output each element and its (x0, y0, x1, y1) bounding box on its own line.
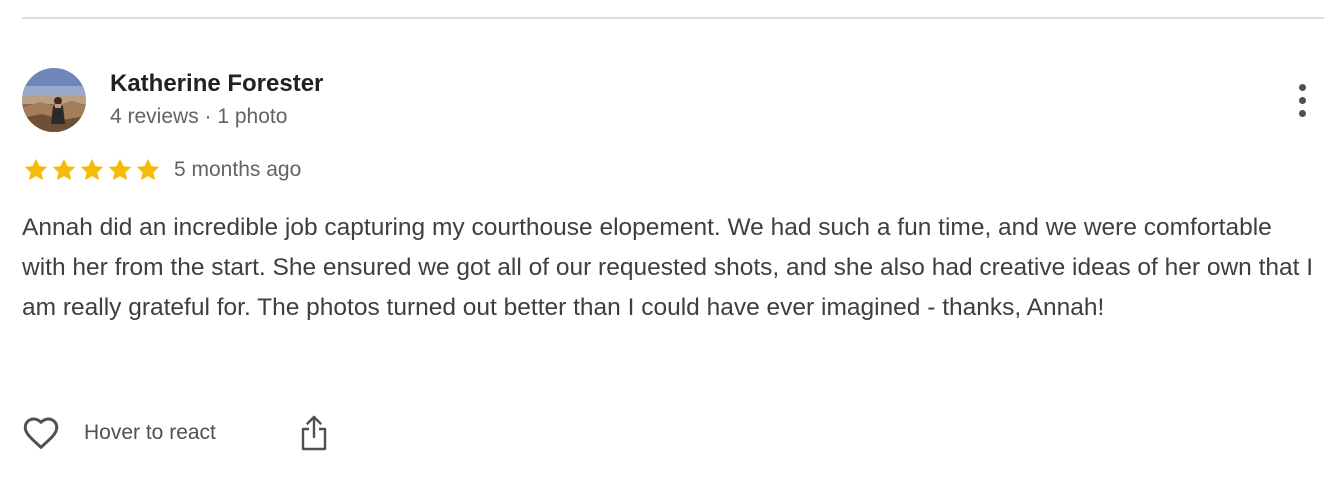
review-time: 5 months ago (174, 158, 302, 181)
star-icon (108, 158, 132, 181)
star-icon (136, 158, 160, 181)
react-button[interactable]: Hover to react (20, 412, 216, 454)
review-card: Katherine Forester 4 reviews · 1 photo 5… (0, 0, 1324, 486)
review-text: Annah did an incredible job capturing my… (22, 214, 1314, 321)
heart-outline-icon (23, 417, 59, 449)
star-icon (80, 158, 104, 181)
more-vert-icon (1298, 83, 1306, 117)
more-options-button[interactable] (1284, 80, 1320, 120)
avatar[interactable] (22, 68, 86, 132)
share-icon (301, 415, 327, 451)
star-rating (22, 156, 162, 184)
share-button[interactable] (296, 412, 332, 454)
star-icon (24, 158, 48, 181)
star-icon (52, 158, 76, 181)
avatar-photo (22, 68, 86, 132)
react-label: Hover to react (84, 421, 216, 444)
author-meta: 4 reviews · 1 photo (110, 105, 288, 128)
author-name[interactable]: Katherine Forester (110, 68, 323, 100)
